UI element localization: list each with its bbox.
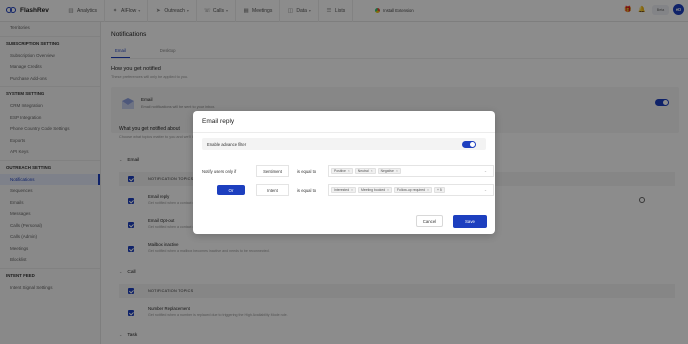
remove-chip-icon[interactable]: ×	[348, 169, 350, 173]
value-chip[interactable]: Meeting booked ×	[357, 186, 392, 194]
intent-values-select[interactable]: Interested × Meeting booked × Follow-up requ…	[328, 184, 494, 196]
intent-field-select[interactable]: Intent	[256, 184, 289, 196]
chevron-down-icon: ⌄	[483, 169, 487, 173]
operator-select[interactable]: is equal to	[297, 169, 316, 174]
operator-select[interactable]: is equal to	[297, 188, 316, 193]
value-chip[interactable]: Positive ×	[331, 167, 353, 175]
filter-rule-intent: Or Intent is equal to Interested × Meeting…	[202, 184, 494, 196]
advance-filter-label: Enable advance filter	[207, 141, 247, 147]
value-chip[interactable]: Neutral ×	[354, 167, 376, 175]
dialog-title: Email reply	[202, 118, 235, 125]
filter-rule-sentiment: Notify users only if Sentiment is equal …	[202, 165, 494, 177]
remove-chip-icon[interactable]: ×	[396, 169, 398, 173]
sentiment-field-select[interactable]: Sentiment	[256, 165, 289, 177]
remove-chip-icon[interactable]: ×	[351, 188, 353, 192]
email-reply-dialog: Email reply Enable advance filter Notify…	[193, 111, 495, 234]
remove-chip-icon[interactable]: ×	[387, 188, 389, 192]
notify-condition-label: Notify users only if	[202, 168, 237, 174]
save-button[interactable]: Save	[453, 215, 487, 228]
value-chip[interactable]: Interested ×	[331, 186, 356, 194]
value-chip-label: Positive	[334, 169, 346, 173]
dialog-divider	[193, 132, 495, 133]
more-values-badge[interactable]: + 5	[433, 186, 445, 194]
advance-filter-row: Enable advance filter	[202, 138, 486, 150]
cancel-button[interactable]: Cancel	[416, 215, 443, 227]
or-button[interactable]: Or	[217, 185, 245, 195]
value-chip[interactable]: Negative ×	[377, 167, 401, 175]
advance-filter-toggle[interactable]	[462, 140, 476, 148]
value-chip-label: Follow-up required	[396, 188, 426, 192]
sentiment-values-select[interactable]: Positive × Neutral × Negative × ⌄	[328, 165, 494, 177]
value-chip-label: Interested	[334, 188, 350, 192]
remove-chip-icon[interactable]: ×	[427, 188, 429, 192]
chevron-down-icon: ⌄	[483, 188, 487, 192]
value-chip-label: Neutral	[357, 169, 369, 173]
value-chip[interactable]: Follow-up required ×	[393, 186, 432, 194]
value-chip-label: Negative	[380, 169, 394, 173]
value-chip-label: Meeting booked	[360, 188, 386, 192]
remove-chip-icon[interactable]: ×	[371, 169, 373, 173]
